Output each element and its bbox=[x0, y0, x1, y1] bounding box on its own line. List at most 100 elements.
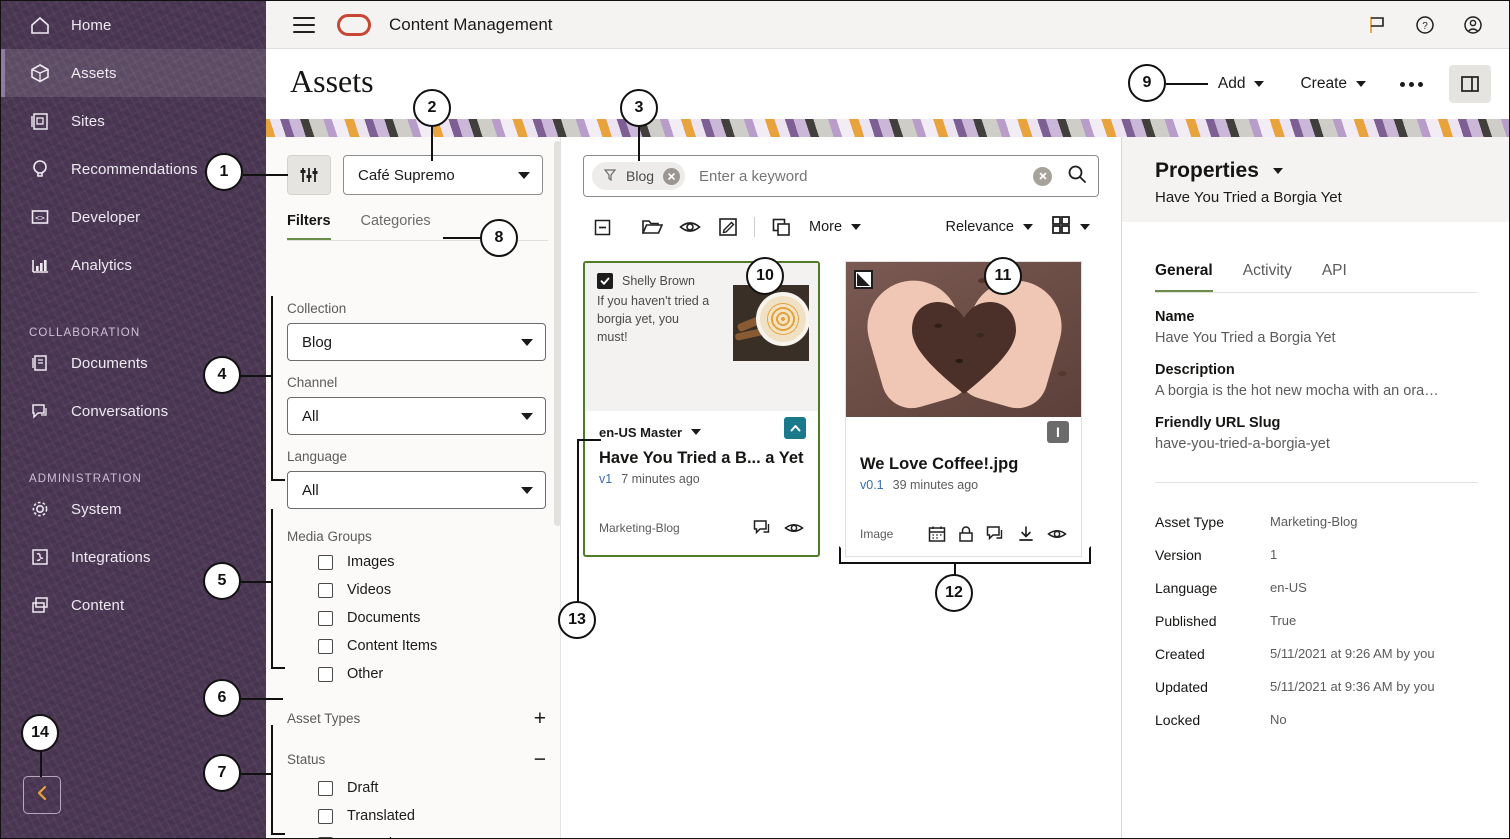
view-mode-dropdown[interactable] bbox=[1042, 211, 1099, 243]
repository-select[interactable]: Café Supremo bbox=[343, 155, 543, 195]
callout-2: 2 bbox=[413, 89, 451, 127]
documents-icon bbox=[29, 352, 51, 374]
account-icon[interactable] bbox=[1462, 14, 1484, 36]
help-icon[interactable]: ? bbox=[1414, 14, 1436, 36]
page-title: Assets bbox=[290, 63, 374, 99]
tab-categories[interactable]: Categories bbox=[361, 213, 431, 241]
clear-icon[interactable] bbox=[1033, 166, 1052, 186]
asset-card[interactable]: I We Love Coffee!.jpg v0.1 39 minutes ag… bbox=[845, 261, 1082, 557]
asset-card-selected[interactable]: Shelly Brown If you haven't tried a borg… bbox=[583, 261, 820, 557]
tab-filters[interactable]: Filters bbox=[287, 213, 331, 241]
search-input[interactable] bbox=[685, 167, 1033, 185]
chip-close-icon[interactable] bbox=[663, 167, 681, 185]
lock-icon[interactable] bbox=[958, 525, 974, 543]
properties-title-row[interactable]: Properties bbox=[1155, 159, 1509, 183]
more-dropdown[interactable]: More bbox=[800, 211, 870, 243]
callout-line bbox=[243, 174, 288, 176]
card-preview-text: If you haven't tried a borgia yet, you m… bbox=[597, 294, 710, 344]
sidebar-item-developer[interactable]: <> Developer bbox=[1, 193, 266, 241]
card-language-row[interactable]: en-US Master bbox=[599, 421, 804, 443]
sidebar-item-assets[interactable]: Assets bbox=[1, 49, 266, 97]
row-value: 5/11/2021 at 9:26 AM by you bbox=[1270, 646, 1435, 661]
filter-chip-blog[interactable]: Blog bbox=[592, 162, 686, 190]
expand-plus-icon[interactable]: + bbox=[534, 708, 546, 729]
sort-dropdown[interactable]: Relevance bbox=[936, 211, 1042, 243]
repository-value: Café Supremo bbox=[358, 166, 455, 184]
channel-select[interactable]: All bbox=[287, 397, 546, 435]
checkbox-documents[interactable]: Documents bbox=[287, 604, 560, 632]
language-select[interactable]: All bbox=[287, 471, 546, 509]
draft-badge: I bbox=[1047, 421, 1069, 443]
chevron-down-icon bbox=[851, 224, 862, 230]
calendar-icon[interactable] bbox=[928, 525, 946, 543]
checkbox-label: Other bbox=[347, 666, 384, 682]
properties-panel: Properties Have You Tried a Borgia Yet G… bbox=[1121, 137, 1509, 838]
filter-toggle-button[interactable] bbox=[287, 155, 331, 195]
callout-line bbox=[1166, 83, 1208, 85]
row-key: Updated bbox=[1155, 678, 1208, 695]
sidebar-item-home[interactable]: Home bbox=[1, 1, 266, 49]
checkbox-translated[interactable]: Translated bbox=[287, 802, 560, 830]
properties-title: Properties bbox=[1155, 159, 1259, 182]
asset-types-label: Asset Types bbox=[287, 711, 361, 726]
assets-icon bbox=[29, 62, 51, 84]
duplicate-icon[interactable] bbox=[762, 211, 800, 243]
filters-scrollbar[interactable] bbox=[554, 141, 561, 526]
checkbox-in-review[interactable]: In Review bbox=[287, 830, 560, 838]
callout-10: 10 bbox=[746, 257, 784, 295]
tab-activity[interactable]: Activity bbox=[1243, 262, 1292, 293]
status-header[interactable]: Status − bbox=[287, 749, 546, 770]
checkbox-images[interactable]: Images bbox=[287, 548, 560, 576]
eye-icon[interactable] bbox=[784, 520, 804, 536]
collection-select[interactable]: Blog bbox=[287, 323, 546, 361]
add-button[interactable]: Add bbox=[1200, 67, 1283, 101]
flag-icon[interactable] bbox=[1366, 14, 1388, 36]
tab-general[interactable]: General bbox=[1155, 262, 1213, 293]
collection-label: Collection bbox=[287, 301, 347, 316]
filters-top-row: Café Supremo bbox=[266, 137, 560, 195]
page-title-row: Assets Add Create bbox=[266, 49, 1509, 119]
svg-text:?: ? bbox=[1422, 21, 1428, 32]
deselect-icon[interactable] bbox=[583, 211, 621, 243]
sidebar-item-sites[interactable]: Sites bbox=[1, 97, 266, 145]
sidebar-item-system[interactable]: System bbox=[1, 485, 266, 533]
checkbox-label: Images bbox=[347, 554, 395, 570]
sidebar-item-conversations[interactable]: Conversations bbox=[1, 387, 266, 435]
checkbox-other[interactable]: Other bbox=[287, 660, 560, 688]
hamburger-icon[interactable] bbox=[293, 16, 315, 33]
checkbox-content-items[interactable]: Content Items bbox=[287, 632, 560, 660]
sidebar-item-analytics[interactable]: Analytics bbox=[1, 241, 266, 289]
checkbox-videos[interactable]: Videos bbox=[287, 576, 560, 604]
search-box[interactable]: Blog bbox=[583, 155, 1099, 197]
conversation-icon[interactable] bbox=[753, 519, 772, 537]
collapse-minus-icon[interactable]: − bbox=[534, 749, 546, 770]
grid-view-icon bbox=[1051, 215, 1071, 239]
card-checkbox[interactable] bbox=[597, 273, 613, 289]
eye-icon[interactable] bbox=[1047, 526, 1067, 542]
sidebar-collapse-button[interactable] bbox=[23, 776, 61, 814]
filter-sliders-icon bbox=[300, 168, 318, 182]
edit-icon[interactable] bbox=[709, 211, 747, 243]
tab-api[interactable]: API bbox=[1322, 262, 1347, 293]
row-key: Language bbox=[1155, 579, 1218, 596]
checkbox-draft[interactable]: Draft bbox=[287, 774, 560, 802]
chip-label: Blog bbox=[626, 168, 655, 184]
create-button[interactable]: Create bbox=[1282, 67, 1384, 101]
table-row: Asset Type Marketing-Blog bbox=[1155, 505, 1478, 538]
eye-icon[interactable] bbox=[671, 211, 709, 243]
home-icon bbox=[29, 14, 51, 36]
toggle-properties-panel-button[interactable] bbox=[1449, 65, 1491, 103]
asset-types-header[interactable]: Asset Types + bbox=[287, 708, 546, 729]
more-options-button[interactable] bbox=[1384, 74, 1439, 95]
download-icon[interactable] bbox=[1017, 525, 1035, 543]
search-icon[interactable] bbox=[1066, 163, 1088, 190]
row-key: Version bbox=[1155, 546, 1202, 563]
row-key: Asset Type bbox=[1155, 513, 1225, 530]
card-time: 7 minutes ago bbox=[621, 472, 700, 486]
callout-13: 13 bbox=[558, 601, 596, 639]
callout-line bbox=[241, 375, 273, 377]
open-folder-icon[interactable] bbox=[633, 211, 671, 243]
conversation-icon[interactable] bbox=[986, 525, 1005, 543]
callout-5: 5 bbox=[203, 562, 241, 600]
sidebar-item-label: Developer bbox=[71, 208, 141, 226]
